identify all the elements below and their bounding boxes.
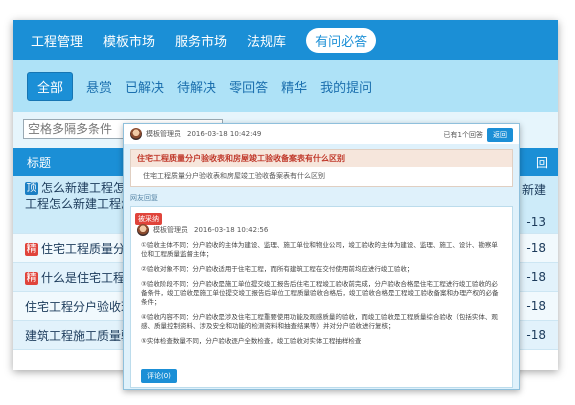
nav-item-project[interactable]: 工程管理 (31, 31, 83, 50)
row-title[interactable]: 精住宅工程质量分户 (25, 240, 137, 257)
reply-paragraph: ④验收内容不同：分户验收是涉及住宅工程重要使用功能及观感质量的验收，而竣工验收是… (141, 313, 498, 330)
row-side: -18 (526, 270, 546, 284)
tab-all[interactable]: 全部 (27, 71, 74, 101)
row-title-text: 什么是住宅工程 (41, 271, 126, 285)
row-side: -18 (526, 328, 546, 342)
reply-user[interactable]: 模板管理员 (153, 225, 188, 235)
nav-item-services[interactable]: 服务市场 (175, 31, 227, 50)
avatar (130, 128, 142, 140)
filter-tabs: 全部 悬赏 已解决 待解决 零回答 精华 我的提问 (13, 60, 558, 112)
question-header: 模板管理员 2016-03-18 10:42:49 已有1个回答 返回 (124, 124, 519, 144)
avatar (137, 224, 149, 236)
question-time: 2016-03-18 10:42:49 (187, 130, 262, 138)
tab-my-questions[interactable]: 我的提问 (320, 77, 372, 96)
row-side-line1: 新建 (521, 183, 546, 197)
reply-paragraph: ③验收阶段不同：分户验收是施工单位提交竣工报告后住宅工程竣工验收前完成，分户验收… (141, 280, 499, 306)
reply-time: 2016-03-18 10:42:56 (194, 226, 269, 234)
column-replies: 回 (535, 155, 548, 170)
row-side: 新建 -13 (522, 182, 546, 230)
reply-card: 被采纳 模板管理员 2016-03-18 10:42:56 ①验收主体不同：分户… (130, 206, 513, 388)
question-detail-popup: 模板管理员 2016-03-18 10:42:49 已有1个回答 返回 住宅工程… (123, 123, 520, 390)
row-title-line2: 工程怎么新建工程怎 (25, 197, 134, 211)
nav-item-templates[interactable]: 模板市场 (103, 31, 155, 50)
featured-badge: 精 (25, 272, 38, 285)
row-title[interactable]: 建筑工程施工质量验 (25, 327, 133, 344)
replies-label: 网友回复 (130, 194, 158, 202)
nav-item-qa[interactable]: 有问必答 (306, 27, 377, 53)
row-side: -18 (526, 241, 546, 255)
featured-badge: 精 (25, 243, 38, 256)
row-title[interactable]: 顶怎么新建工程怎么 工程怎么新建工程怎 (25, 180, 137, 212)
top-badge: 顶 (25, 182, 38, 195)
reply-paragraph: ②验收对象不同：分户验收适用于住宅工程，而所有建筑工程在交付使用前均应进行竣工验… (141, 265, 414, 273)
row-side-line2: -13 (526, 215, 546, 229)
comment-button[interactable]: 评论(0) (141, 369, 177, 383)
row-title[interactable]: 住宅工程分户验收现 (25, 298, 133, 315)
question-title: 住宅工程质量分户验收表和房屋竣工验收备案表有什么区别 (131, 150, 512, 167)
column-title: 标题 (27, 155, 52, 170)
row-side: -18 (526, 299, 546, 313)
question-user[interactable]: 模板管理员 (146, 129, 181, 139)
question-card: 住宅工程质量分户验收表和房屋竣工验收备案表有什么区别 住宅工程质量分户验收表和房… (130, 149, 513, 187)
top-navigation: 工程管理 模板市场 服务市场 法规库 有问必答 (13, 20, 558, 60)
tab-featured[interactable]: 精华 (281, 77, 307, 96)
reply-paragraph: ①验收主体不同：分户验收的主体为建设、监理、施工单位和物业公司，竣工验收的主体为… (141, 241, 498, 258)
question-body: 住宅工程质量分户验收表和房屋竣工验收备案表有什么区别 (143, 172, 325, 180)
nav-item-regulations[interactable]: 法规库 (247, 31, 286, 50)
tab-bounty[interactable]: 悬赏 (86, 77, 112, 96)
tab-zero-answers[interactable]: 零回答 (229, 77, 268, 96)
reply-paragraph: ⑤实体检查数量不同，分户验收逐户全数检查，竣工验收对实体工程抽样检查 (141, 337, 362, 345)
reply-header: 模板管理员 2016-03-18 10:42:56 (137, 224, 268, 236)
row-title[interactable]: 精什么是住宅工程 (25, 269, 125, 286)
tab-unsolved[interactable]: 待解决 (177, 77, 216, 96)
reply-text: ①验收主体不同：分户验收的主体为建设、监理、施工单位和物业公司，竣工验收的主体为… (141, 241, 504, 352)
back-button[interactable]: 返回 (487, 128, 513, 142)
tab-solved[interactable]: 已解决 (125, 77, 164, 96)
answer-count: 已有1个回答 (443, 131, 483, 139)
